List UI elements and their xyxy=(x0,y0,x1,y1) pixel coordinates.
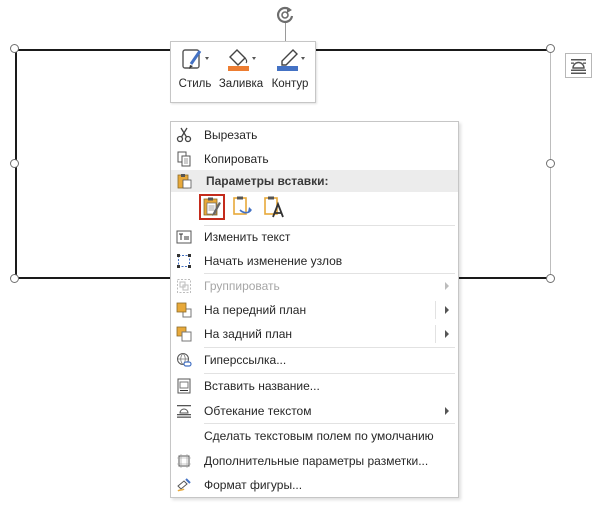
resize-handle-left[interactable] xyxy=(10,159,19,168)
fill-label: Заливка xyxy=(218,78,264,90)
menu-item-wrap-text-label: Обтекание текстом xyxy=(204,404,312,418)
menu-item-bring-front-label: На передний план xyxy=(204,303,307,317)
hyperlink-icon xyxy=(177,353,192,367)
paste-options-header: Параметры вставки: xyxy=(171,170,458,192)
menu-item-bring-front[interactable]: На передний план xyxy=(171,298,458,322)
menu-item-copy-label: Копировать xyxy=(204,152,269,166)
insert-caption-icon xyxy=(177,378,191,394)
paste-icon xyxy=(177,174,192,189)
submenu-arrow-icon[interactable] xyxy=(445,306,449,314)
submenu-divider xyxy=(435,325,436,343)
style-label: Стиль xyxy=(178,78,212,90)
resize-handle-bottom-left[interactable] xyxy=(10,274,19,283)
resize-handle-top-left[interactable] xyxy=(10,44,19,53)
menu-item-format-shape-label: Формат фигуры... xyxy=(204,478,303,492)
paste-options-label: Параметры вставки: xyxy=(206,174,329,188)
layout-options-icon xyxy=(571,59,586,74)
mini-toolbar: Стиль Заливка Контур xyxy=(170,41,316,103)
menu-item-edit-points[interactable]: Начать изменение узлов xyxy=(171,249,458,273)
bring-front-icon xyxy=(176,302,192,318)
paste-text-only-icon xyxy=(264,196,284,218)
shape-style-icon xyxy=(182,49,209,69)
outline-label: Контур xyxy=(271,78,309,90)
menu-item-hyperlink[interactable]: Гиперссылка... xyxy=(171,348,458,372)
menu-item-cut[interactable]: Вырезать xyxy=(171,123,458,147)
submenu-arrow-icon xyxy=(445,407,449,415)
menu-item-insert-caption[interactable]: Вставить название... xyxy=(171,374,458,398)
layout-options-icon xyxy=(177,454,191,468)
copy-icon xyxy=(177,151,191,167)
paste-picture-icon xyxy=(233,196,252,215)
menu-item-cut-label: Вырезать xyxy=(204,128,258,142)
menu-item-edit-text[interactable]: Изменить текст xyxy=(171,225,458,249)
group-icon xyxy=(177,279,191,293)
scissors-icon xyxy=(176,127,192,143)
menu-item-copy[interactable]: Копировать xyxy=(171,147,458,171)
menu-item-group-label: Группировать xyxy=(204,279,280,293)
paste-option-picture[interactable] xyxy=(231,194,257,220)
rotate-icon[interactable] xyxy=(273,4,297,26)
menu-item-wrap-text[interactable]: Обтекание текстом xyxy=(171,399,458,423)
paste-option-keep-source[interactable] xyxy=(199,194,225,220)
menu-item-send-back-label: На задний план xyxy=(204,327,293,341)
submenu-arrow-icon[interactable] xyxy=(445,330,449,338)
outline-button[interactable]: Контур xyxy=(267,47,313,101)
layout-options-button[interactable] xyxy=(565,53,592,78)
resize-handle-bottom-right[interactable] xyxy=(546,274,555,283)
edit-points-icon xyxy=(177,254,191,268)
submenu-arrow-icon xyxy=(445,282,449,290)
paint-bucket-icon xyxy=(228,49,256,71)
fill-button[interactable]: Заливка xyxy=(217,47,265,101)
pen-outline-icon xyxy=(277,49,305,71)
paste-option-text-only[interactable] xyxy=(262,194,288,220)
menu-item-more-layout-options[interactable]: Дополнительные параметры разметки... xyxy=(171,449,458,473)
resize-handle-top-right[interactable] xyxy=(546,44,555,53)
send-back-icon xyxy=(176,326,192,342)
menu-item-set-default-textbox-label: Сделать текстовым полем по умолчанию xyxy=(204,429,434,443)
menu-item-insert-caption-label: Вставить название... xyxy=(204,379,320,393)
paste-keep-formatting-icon xyxy=(203,197,221,216)
menu-item-send-back[interactable]: На задний план xyxy=(171,322,458,346)
menu-item-format-shape[interactable]: Формат фигуры... xyxy=(171,473,458,497)
wrap-text-icon xyxy=(177,405,191,418)
style-button[interactable]: Стиль xyxy=(176,47,214,101)
menu-item-group[interactable]: Группировать xyxy=(171,274,458,298)
menu-item-edit-points-label: Начать изменение узлов xyxy=(204,254,343,268)
menu-item-edit-text-label: Изменить текст xyxy=(204,230,291,244)
context-menu: Вырезать Копировать Параметры вставки: И… xyxy=(170,121,459,498)
menu-item-set-default-textbox[interactable]: Сделать текстовым полем по умолчанию xyxy=(171,424,458,448)
resize-handle-right[interactable] xyxy=(546,159,555,168)
menu-item-more-layout-options-label: Дополнительные параметры разметки... xyxy=(204,454,429,468)
menu-item-hyperlink-label: Гиперссылка... xyxy=(204,353,287,367)
submenu-divider xyxy=(435,301,436,319)
edit-text-icon xyxy=(176,230,192,244)
format-shape-icon xyxy=(177,478,191,492)
